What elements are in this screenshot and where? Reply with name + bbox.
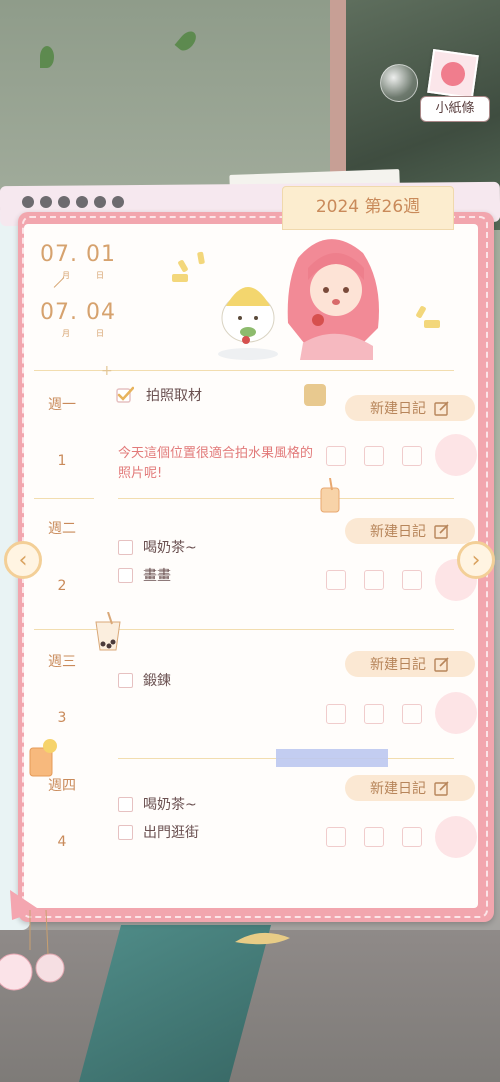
day-number: 2 <box>57 578 67 594</box>
mood-box[interactable] <box>326 446 346 466</box>
new-diary-label: 新建日記 <box>370 657 426 673</box>
header-divider <box>34 370 454 371</box>
note-widget-label: 小紙條 <box>420 96 490 122</box>
task-item: 拍照取材 <box>146 386 202 404</box>
day-number: 3 <box>57 710 67 726</box>
day-number: 4 <box>57 834 67 850</box>
mood-box[interactable] <box>364 704 384 724</box>
new-diary-label: 新建日記 <box>370 401 426 417</box>
weekday-label: 週四 <box>48 778 76 794</box>
task-text: 出門逛街 <box>143 825 199 841</box>
task-item[interactable]: 喝奶茶~ <box>118 538 197 556</box>
mood-box[interactable] <box>402 446 422 466</box>
mood-box[interactable] <box>402 570 422 590</box>
binding-hole <box>58 196 70 208</box>
juice-sticker <box>29 739 57 777</box>
mood-boxes <box>326 446 422 466</box>
task-text: 喝奶茶~ <box>143 797 197 813</box>
day-unit: 日 <box>96 271 104 280</box>
chevron-right-icon: › <box>471 547 481 573</box>
mood-box[interactable] <box>402 827 422 847</box>
task-text: 喝奶茶~ <box>143 540 197 556</box>
next-week-button[interactable]: › <box>457 541 495 579</box>
week-title-tab: 2024 第26週 <box>282 186 454 230</box>
end-month: 07. <box>40 300 78 325</box>
binding-hole <box>22 196 34 208</box>
new-diary-button[interactable]: 新建日記 <box>345 775 475 801</box>
sparkle-decoration <box>424 320 440 328</box>
new-diary-label: 新建日記 <box>370 524 426 540</box>
month-unit: 月 <box>62 329 70 338</box>
task-checkbox[interactable] <box>118 567 133 583</box>
pencil-icon <box>434 657 449 672</box>
binding-hole <box>94 196 106 208</box>
pencil-icon <box>434 401 449 416</box>
weekday-label: 週二 <box>48 521 76 537</box>
note-widget-button[interactable]: 小紙條 <box>418 48 492 122</box>
character-illustration <box>218 239 379 360</box>
plus-decoration: + <box>101 363 113 379</box>
pencil-icon <box>434 781 449 796</box>
task-checkbox[interactable] <box>118 672 133 688</box>
prev-week-button[interactable]: ‹ <box>4 541 42 579</box>
note-photo-icon <box>427 49 479 99</box>
task-checkbox[interactable] <box>118 796 133 812</box>
day-divider <box>34 498 94 499</box>
pencil-icon <box>434 524 449 539</box>
task-item[interactable]: 出門逛街 <box>118 823 199 841</box>
bubble-tea-sticker <box>95 612 121 651</box>
binding-hole <box>76 196 88 208</box>
mood-box[interactable] <box>364 446 384 466</box>
leaf-decoration <box>40 46 54 68</box>
weekday-label: 週三 <box>48 654 76 670</box>
drink-sticker <box>320 478 340 513</box>
start-month: 07. <box>40 242 78 267</box>
new-diary-button[interactable]: 新建日記 <box>345 518 475 544</box>
month-unit: 月 <box>62 271 70 280</box>
new-diary-button[interactable]: 新建日記 <box>345 395 475 421</box>
task-text: 拍照取材 <box>146 388 202 404</box>
mood-box[interactable] <box>402 704 422 724</box>
task-checkbox[interactable] <box>118 824 133 840</box>
mood-sticker-slot[interactable] <box>435 434 477 476</box>
binding-hole <box>40 196 52 208</box>
mood-box[interactable] <box>326 570 346 590</box>
gift-icon[interactable] <box>304 384 326 406</box>
bubble-decoration <box>380 64 418 102</box>
mood-boxes <box>326 827 422 847</box>
mood-sticker-slot[interactable] <box>435 692 477 734</box>
washi-tape-sticker <box>276 749 388 767</box>
task-item[interactable]: 畫畫 <box>118 566 171 584</box>
binding-hole <box>112 196 124 208</box>
new-diary-label: 新建日記 <box>370 781 426 797</box>
mood-box[interactable] <box>326 827 346 847</box>
day-divider <box>118 498 454 499</box>
mood-sticker-slot[interactable] <box>435 816 477 858</box>
charm-decoration <box>0 890 65 991</box>
mood-box[interactable] <box>364 827 384 847</box>
end-day: 04 <box>86 300 116 325</box>
chevron-left-icon: ‹ <box>18 547 28 573</box>
mood-boxes <box>326 570 422 590</box>
mood-boxes <box>326 704 422 724</box>
task-item[interactable]: 鍛鍊 <box>118 671 171 689</box>
task-checkbox[interactable] <box>118 539 133 555</box>
weekday-label: 週一 <box>48 397 76 413</box>
mood-box[interactable] <box>326 704 346 724</box>
checked-checkbox[interactable] <box>116 386 134 404</box>
leaf-decoration <box>235 932 290 945</box>
sparkle-decoration <box>172 274 188 282</box>
day-unit: 日 <box>96 329 104 338</box>
day-memo: 今天這個位置很適合拍水果風格的照片呢! <box>118 446 314 481</box>
task-text: 鍛鍊 <box>143 673 171 689</box>
mood-box[interactable] <box>364 570 384 590</box>
start-day: 01 <box>86 242 116 267</box>
task-item[interactable]: 喝奶茶~ <box>118 795 197 813</box>
new-diary-button[interactable]: 新建日記 <box>345 651 475 677</box>
task-text: 畫畫 <box>143 568 171 584</box>
day-number: 1 <box>57 453 67 469</box>
